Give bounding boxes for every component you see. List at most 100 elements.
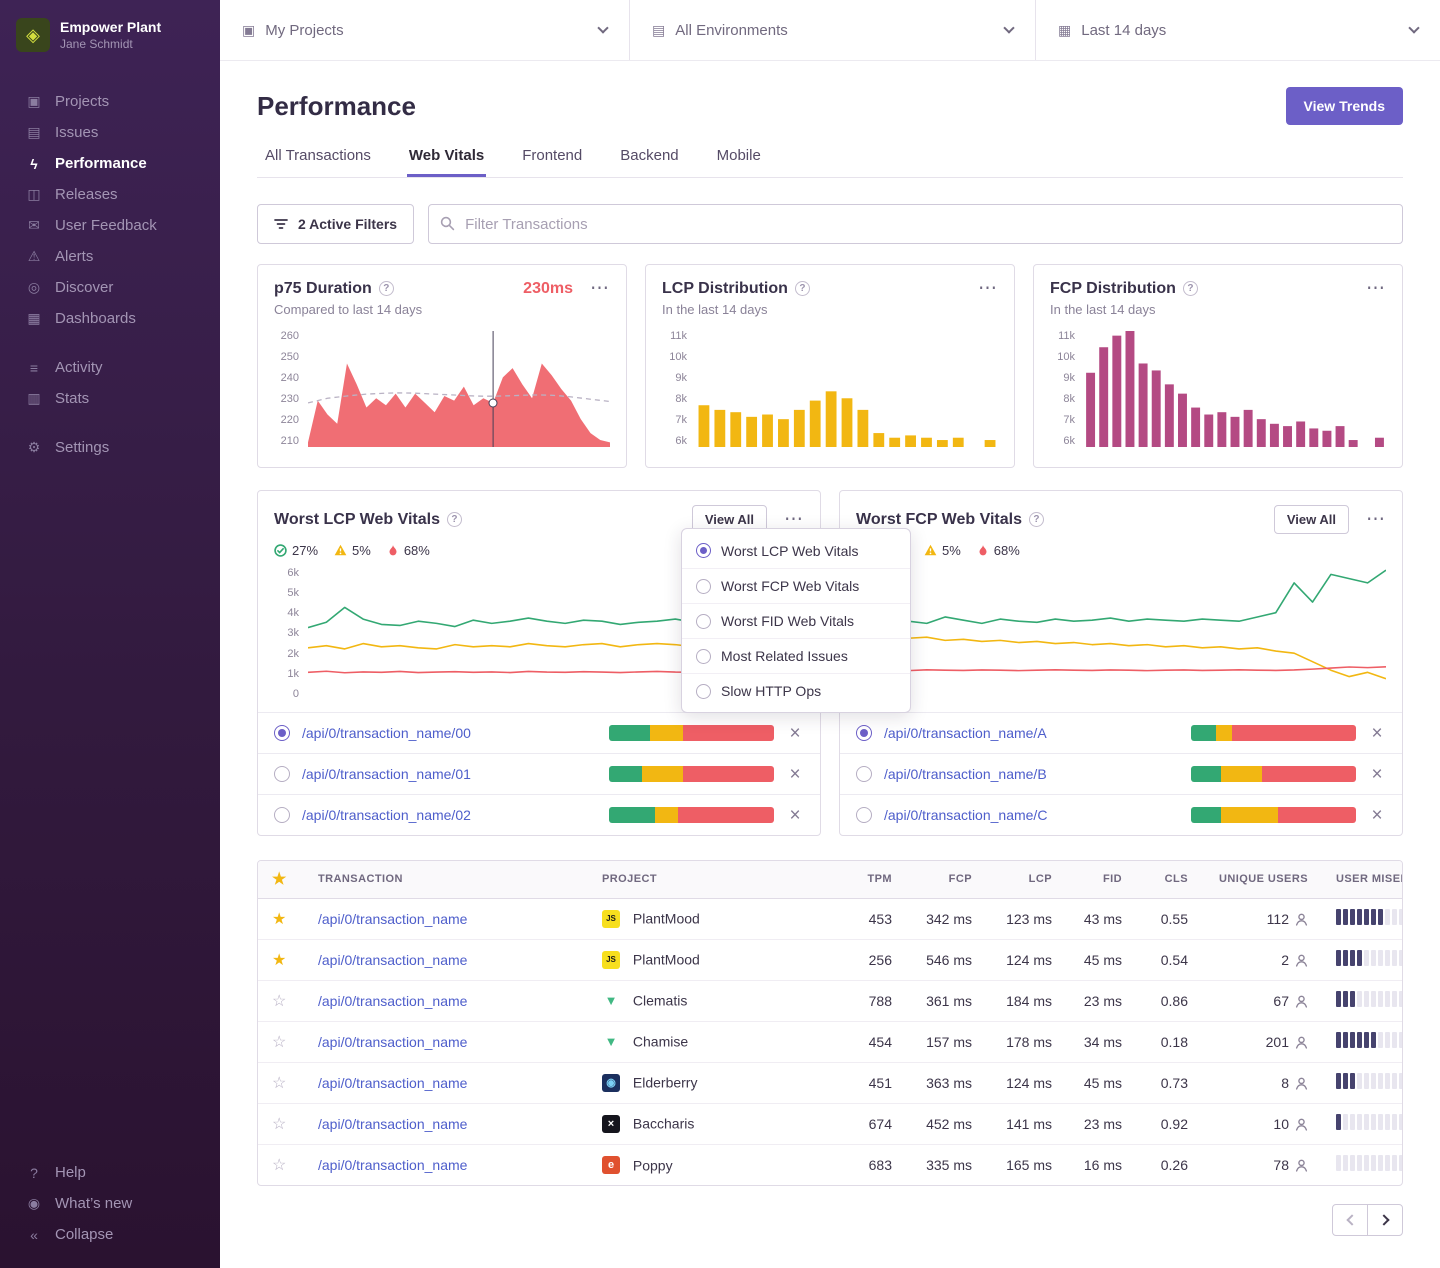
tab-all-transactions[interactable]: All Transactions xyxy=(263,141,373,177)
transaction-link[interactable]: /api/0/transaction_name/A xyxy=(884,725,1047,741)
radio-button[interactable] xyxy=(274,807,290,823)
dropdown-menu-item[interactable]: Slow HTTP Ops xyxy=(682,673,910,708)
more-options-icon[interactable]: ⋯ xyxy=(1366,510,1386,529)
sidebar-item-settings[interactable]: ⚙ Settings xyxy=(0,432,220,463)
transaction-link[interactable]: /api/0/transaction_name xyxy=(318,1116,467,1132)
previous-page-button[interactable] xyxy=(1332,1204,1368,1236)
org-switcher[interactable]: ◈ Empower Plant Jane Schmidt xyxy=(0,14,220,68)
lcp-value: 165 ms xyxy=(986,1144,1066,1185)
transaction-link[interactable]: /api/0/transaction_name xyxy=(318,1075,467,1091)
more-options-icon[interactable]: ⋯ xyxy=(590,279,610,298)
help-icon[interactable]: ? xyxy=(1183,281,1198,296)
transaction-link[interactable]: /api/0/transaction_name xyxy=(318,1034,467,1050)
view-all-button[interactable]: View All xyxy=(1274,505,1349,534)
dropdown-menu-item[interactable]: Worst FID Web Vitals xyxy=(682,603,910,638)
radio-button[interactable] xyxy=(696,579,711,594)
next-page-button[interactable] xyxy=(1367,1204,1403,1236)
fid-value: 16 ms xyxy=(1066,1144,1136,1185)
sidebar-item-help[interactable]: ? Help xyxy=(0,1157,220,1188)
close-icon[interactable]: × xyxy=(786,806,804,825)
dropdown-item-label: Worst LCP Web Vitals xyxy=(721,543,858,559)
tab-frontend[interactable]: Frontend xyxy=(520,141,584,177)
sidebar-item-performance[interactable]: ϟ Performance xyxy=(0,148,220,179)
star-toggle[interactable] xyxy=(272,1034,286,1050)
radio-button[interactable] xyxy=(696,684,711,699)
help-icon[interactable]: ? xyxy=(1029,512,1044,527)
fid-value: 45 ms xyxy=(1066,939,1136,980)
transaction-link[interactable]: /api/0/transaction_name/B xyxy=(884,766,1047,782)
dropdown-menu-item[interactable]: Worst FCP Web Vitals xyxy=(682,568,910,603)
transaction-link[interactable]: /api/0/transaction_name xyxy=(318,911,467,927)
unique-users-cell: 2 xyxy=(1202,939,1322,980)
radio-button[interactable] xyxy=(696,614,711,629)
view-trends-button[interactable]: View Trends xyxy=(1286,87,1403,125)
sidebar-item-user-feedback[interactable]: ✉ User Feedback xyxy=(0,210,220,241)
more-options-icon[interactable]: ⋯ xyxy=(978,279,998,298)
fcp-value: 342 ms xyxy=(906,898,986,939)
transaction-link[interactable]: /api/0/transaction_name/00 xyxy=(302,725,471,741)
radio-button[interactable] xyxy=(696,649,711,664)
search-input[interactable] xyxy=(428,204,1403,244)
close-icon[interactable]: × xyxy=(1368,765,1386,784)
user-icon xyxy=(1295,913,1308,926)
close-icon[interactable]: × xyxy=(1368,724,1386,743)
more-options-icon[interactable]: ⋯ xyxy=(784,510,804,529)
radio-button[interactable] xyxy=(856,766,872,782)
sidebar-item-issues[interactable]: ▤ Issues xyxy=(0,117,220,148)
transaction-link[interactable]: /api/0/transaction_name xyxy=(318,1157,467,1173)
sidebar-item-dashboards[interactable]: ▦ Dashboards xyxy=(0,303,220,334)
close-icon[interactable]: × xyxy=(1368,806,1386,825)
nav-item-icon: ϟ xyxy=(25,156,43,172)
nav-item-label: Issues xyxy=(55,124,98,141)
sidebar-item-stats[interactable]: ▥ Stats xyxy=(0,383,220,414)
sidebar-item-alerts[interactable]: ⚠ Alerts xyxy=(0,241,220,272)
radio-button[interactable] xyxy=(856,807,872,823)
star-toggle[interactable] xyxy=(272,952,286,968)
active-filters-button[interactable]: 2 Active Filters xyxy=(257,204,414,244)
tab-web-vitals[interactable]: Web Vitals xyxy=(407,141,486,177)
project-selector[interactable]: ▣ My Projects xyxy=(220,0,630,60)
sidebar-item-collapse[interactable]: « Collapse xyxy=(0,1219,220,1250)
sidebar-item-discover[interactable]: ◎ Discover xyxy=(0,272,220,303)
close-icon[interactable]: × xyxy=(786,765,804,784)
lcp-value: 184 ms xyxy=(986,980,1066,1021)
tpm-value: 451 xyxy=(840,1062,906,1103)
table-header-cell: LCP xyxy=(986,861,1066,898)
worst-fcp-chart xyxy=(890,568,1386,700)
sidebar-item-releases[interactable]: ◫ Releases xyxy=(0,179,220,210)
radio-button[interactable] xyxy=(856,725,872,741)
sidebar-item-activity[interactable]: ≡ Activity xyxy=(0,352,220,383)
transaction-link[interactable]: /api/0/transaction_name xyxy=(318,952,467,968)
tab-backend[interactable]: Backend xyxy=(618,141,680,177)
star-toggle[interactable] xyxy=(272,1157,286,1173)
tab-mobile[interactable]: Mobile xyxy=(715,141,763,177)
radio-button[interactable] xyxy=(274,766,290,782)
dropdown-menu-item[interactable]: Worst LCP Web Vitals xyxy=(682,533,910,568)
transaction-link[interactable]: /api/0/transaction_name xyxy=(318,993,467,1009)
help-icon[interactable]: ? xyxy=(379,281,394,296)
transaction-link[interactable]: /api/0/transaction_name/02 xyxy=(302,807,471,823)
nav-item-label: Stats xyxy=(55,390,89,407)
transaction-link[interactable]: /api/0/transaction_name/C xyxy=(884,807,1047,823)
radio-button[interactable] xyxy=(274,725,290,741)
date-range-selector[interactable]: ▦ Last 14 days xyxy=(1036,0,1440,60)
star-toggle[interactable] xyxy=(272,911,286,927)
help-icon[interactable]: ? xyxy=(447,512,462,527)
more-options-icon[interactable]: ⋯ xyxy=(1366,279,1386,298)
radio-button[interactable] xyxy=(696,543,711,558)
dropdown-menu-item[interactable]: Most Related Issues xyxy=(682,638,910,673)
sidebar-item-projects[interactable]: ▣ Projects xyxy=(0,86,220,117)
environment-selector[interactable]: ▤ All Environments xyxy=(630,0,1036,60)
fid-value: 43 ms xyxy=(1066,898,1136,939)
help-icon[interactable]: ? xyxy=(795,281,810,296)
close-icon[interactable]: × xyxy=(786,724,804,743)
unique-users-cell: 78 xyxy=(1202,1144,1322,1185)
star-toggle[interactable] xyxy=(272,993,286,1009)
vital-transaction-row: /api/0/transaction_name/02 × xyxy=(258,794,820,835)
transaction-link[interactable]: /api/0/transaction_name/01 xyxy=(302,766,471,782)
project-icon: ▼ xyxy=(602,992,620,1010)
star-toggle[interactable] xyxy=(272,1075,286,1091)
star-toggle[interactable] xyxy=(272,1116,286,1132)
sidebar-item-whats-new[interactable]: ◉ What’s new xyxy=(0,1188,220,1219)
nav-item-label: Dashboards xyxy=(55,310,136,327)
